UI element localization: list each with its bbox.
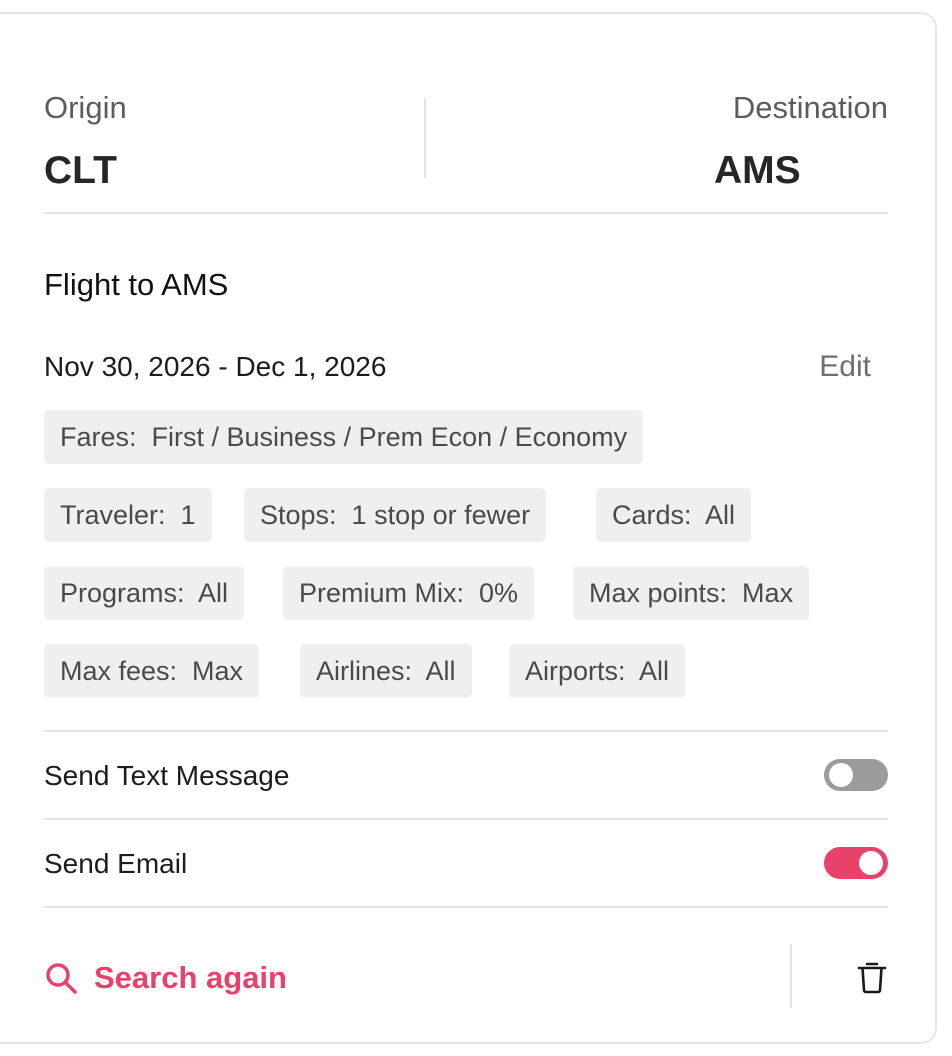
divider [44,730,888,732]
filter-chip-airlines: Airlines: All [300,644,472,698]
trash-icon[interactable] [856,960,888,994]
footer-divider [790,944,792,1008]
send-email-toggle[interactable] [824,847,888,879]
toggle-knob [829,763,853,787]
search-again-label: Search again [94,960,287,995]
edit-button[interactable]: Edit [819,349,871,385]
send-text-toggle[interactable] [824,759,888,791]
route-divider [424,98,426,178]
flight-dates: Nov 30, 2026 - Dec 1, 2026 [44,351,387,382]
filter-chip-airports: Airports: All [509,644,686,698]
send-email-label: Send Email [44,848,188,879]
send-text-label: Send Text Message [44,760,290,791]
origin-label: Origin [44,90,127,125]
origin-code: CLT [44,149,117,192]
route-header: Origin CLT Destination AMS [44,90,888,194]
flight-title: Flight to AMS [44,267,229,302]
search-icon [46,963,77,994]
search-again-button[interactable]: Search again [44,954,287,1002]
filter-chip-max-points: Max points: Max [573,566,810,620]
divider [44,212,888,214]
toggle-knob [859,851,883,875]
divider [44,818,888,820]
divider [44,906,888,908]
filter-chip-cards: Cards: All [596,488,752,542]
filter-chip-max-fees: Max fees: Max [44,644,260,698]
filter-chip-programs: Programs: All [44,566,245,620]
filter-chip-premium-mix: Premium Mix: 0% [283,566,535,620]
destination-code: AMS [714,149,801,192]
destination-label: Destination [732,90,888,125]
alert-card: Origin CLT Destination AMS Flight to AMS… [0,12,937,1044]
filter-chip-fares: Fares: First / Business / Prem Econ / Ec… [44,410,644,464]
filter-chip-traveler: Traveler: 1 [44,488,212,542]
filter-chip-stops: Stops: 1 stop or fewer [244,488,547,542]
